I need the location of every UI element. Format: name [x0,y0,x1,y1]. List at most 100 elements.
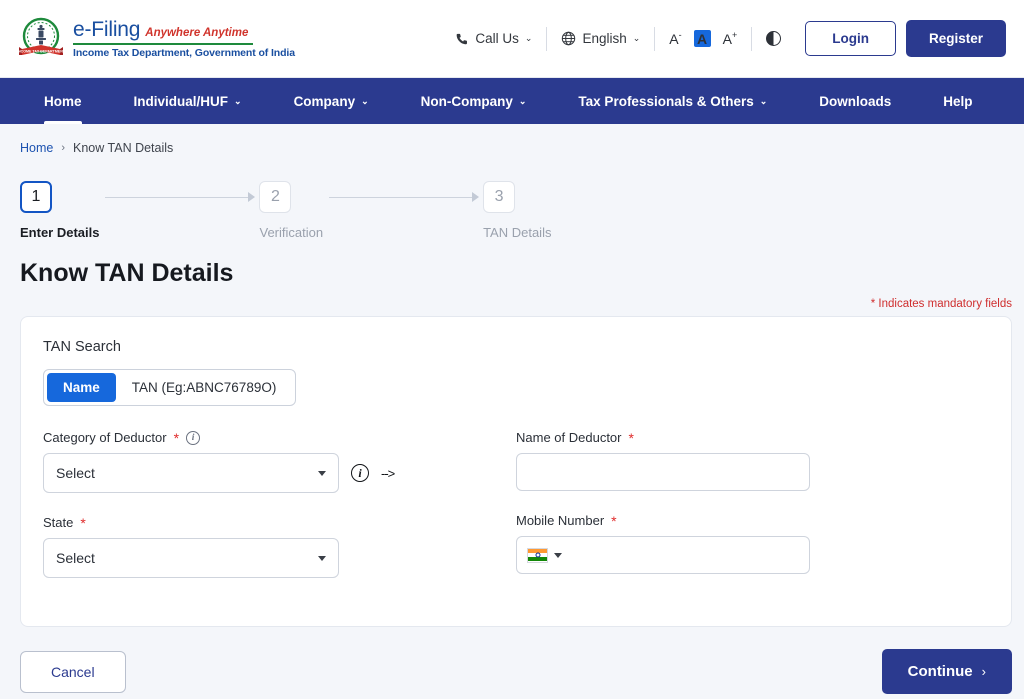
label-text: Mobile Number [516,513,605,528]
field-label: Category of Deductor * i [43,430,516,445]
continue-button[interactable]: Continue › [881,649,1012,694]
cancel-button[interactable]: Cancel [20,650,126,693]
language-label: English [582,31,627,46]
breadcrumb-home-link[interactable]: Home [20,141,53,155]
step-connector [323,181,483,213]
register-button[interactable]: Register [905,20,1006,57]
form-grid: Category of Deductor * i Select i --> St… [43,430,989,600]
chevron-down-icon: ⌄ [361,95,369,106]
progress-stepper: 1 Enter Details 2 Verification 3 TAN Det… [20,181,1024,243]
select-value: Select [56,550,95,566]
nav-item-company[interactable]: Company ⌄ [268,78,395,124]
form-column-left: Category of Deductor * i Select i --> St… [43,430,516,600]
state-select[interactable]: Select [43,538,339,578]
nav-item-non-company[interactable]: Non-Company ⌄ [395,78,553,124]
field-mobile-number: Mobile Number * [516,513,989,574]
font-normal-button[interactable]: A [693,30,711,47]
name-of-deductor-input[interactable] [516,453,810,491]
required-marker: * [80,514,86,531]
brand-department-text: Income Tax Department, Government of Ind… [73,47,295,59]
chevron-down-icon: ⌄ [518,95,527,106]
step-number: 2 [259,181,292,213]
step-3-tan-details[interactable]: 3 TAN Details [483,181,551,240]
accessibility-controls: A- A A+ [655,30,751,47]
page-root: INCOME TAX DEPARTMENT e-Filing Anywhere … [0,0,1024,699]
brand-efiling-text: e-Filing [73,18,141,41]
nav-item-tax-professionals[interactable]: Tax Professionals & Others ⌄ [552,78,793,124]
call-us-label: Call Us [475,31,519,46]
mobile-number-input-group[interactable] [516,536,810,574]
required-marker: * [173,429,180,446]
globe-icon [562,31,576,46]
breadcrumb-current: Know TAN Details [73,141,174,155]
required-marker: * [628,429,634,446]
chevron-down-icon: ⌄ [234,95,242,106]
header-utility-bar: Call Us ⌄ English ⌄ A- A A+ Login Regist… [441,20,1006,57]
label-text: State [43,515,74,530]
field-label: Name of Deductor * [516,430,989,445]
field-category-of-deductor: Category of Deductor * i Select i --> [43,430,516,493]
brand-text: e-Filing Anywhere Anytime Income Tax Dep… [73,18,295,59]
income-tax-department-emblem-icon: INCOME TAX DEPARTMENT [17,15,66,63]
breadcrumb-separator: › [61,142,66,154]
search-type-toggle: Name TAN (Eg:ABNC76789O) [43,369,297,406]
nav-label: Company [293,93,356,109]
label-text: Name of Deductor [516,430,622,445]
tan-search-card: TAN Search Name TAN (Eg:ABNC76789O) Cate… [20,316,1012,627]
nav-label: Individual/HUF [133,93,229,109]
nav-item-downloads[interactable]: Downloads [793,78,917,124]
chevron-down-icon [318,470,326,476]
step-1-enter-details[interactable]: 1 Enter Details [20,181,99,240]
chevron-down-icon: ⌄ [759,95,768,106]
nav-label: Tax Professionals & Others [578,93,754,109]
mandatory-text: Indicates mandatory fields [875,298,1012,310]
chevron-down-icon[interactable] [554,552,562,558]
font-decrease-button[interactable]: A- [669,30,681,47]
nav-item-help[interactable]: Help [917,78,998,124]
chevron-down-icon: ⌄ [524,33,533,43]
info-icon[interactable]: i [351,464,369,482]
contrast-icon [766,31,782,46]
nav-item-individual-huf[interactable]: Individual/HUF ⌄ [108,78,268,124]
field-label: Mobile Number * [516,513,989,528]
breadcrumb: Home › Know TAN Details [0,124,1024,155]
step-label: Enter Details [20,225,100,240]
toggle-option-tan[interactable]: TAN (Eg:ABNC76789O) [116,373,293,402]
nav-label: Home [44,93,82,109]
india-flag-icon[interactable] [527,547,548,563]
step-label: TAN Details [483,225,552,240]
category-of-deductor-select[interactable]: Select [43,453,339,493]
step-number: 3 [483,181,516,213]
brand-divider-line [73,43,253,45]
form-actions: Cancel Continue › [20,649,1012,694]
field-label: State * [43,515,516,530]
brand-logo[interactable]: INCOME TAX DEPARTMENT e-Filing Anywhere … [17,15,295,63]
toggle-option-name[interactable]: Name [47,373,116,402]
field-state: State * Select [43,515,516,578]
svg-text:INCOME TAX DEPARTMENT: INCOME TAX DEPARTMENT [18,49,64,53]
step-connector [99,181,259,213]
step-label: Verification [259,225,324,240]
chevron-down-icon: ⌄ [632,33,641,43]
info-icon[interactable]: i [186,430,201,445]
chevron-right-icon: › [981,664,986,679]
label-text: Category of Deductor [43,430,167,445]
main-navigation: Home Individual/HUF ⌄ Company ⌄ Non-Comp… [0,78,1024,124]
step-2-verification[interactable]: 2 Verification [259,181,323,240]
login-button[interactable]: Login [805,21,896,56]
nav-item-home[interactable]: Home [18,78,108,124]
font-increase-button[interactable]: A+ [723,30,738,47]
language-selector[interactable]: English ⌄ [547,31,654,46]
nav-label: Non-Company [420,93,513,109]
nav-label: Help [943,93,973,109]
brand-tagline: Anywhere Anytime [145,27,249,39]
phone-icon [457,33,468,44]
annotation-arrow: --> [381,465,395,481]
tan-search-heading: TAN Search [43,339,121,355]
call-us-button[interactable]: Call Us ⌄ [441,31,546,46]
site-header: INCOME TAX DEPARTMENT e-Filing Anywhere … [0,0,1024,78]
field-name-of-deductor: Name of Deductor * [516,430,989,491]
contrast-toggle[interactable] [752,31,795,46]
select-value: Select [56,465,95,481]
nav-label: Downloads [819,93,892,109]
